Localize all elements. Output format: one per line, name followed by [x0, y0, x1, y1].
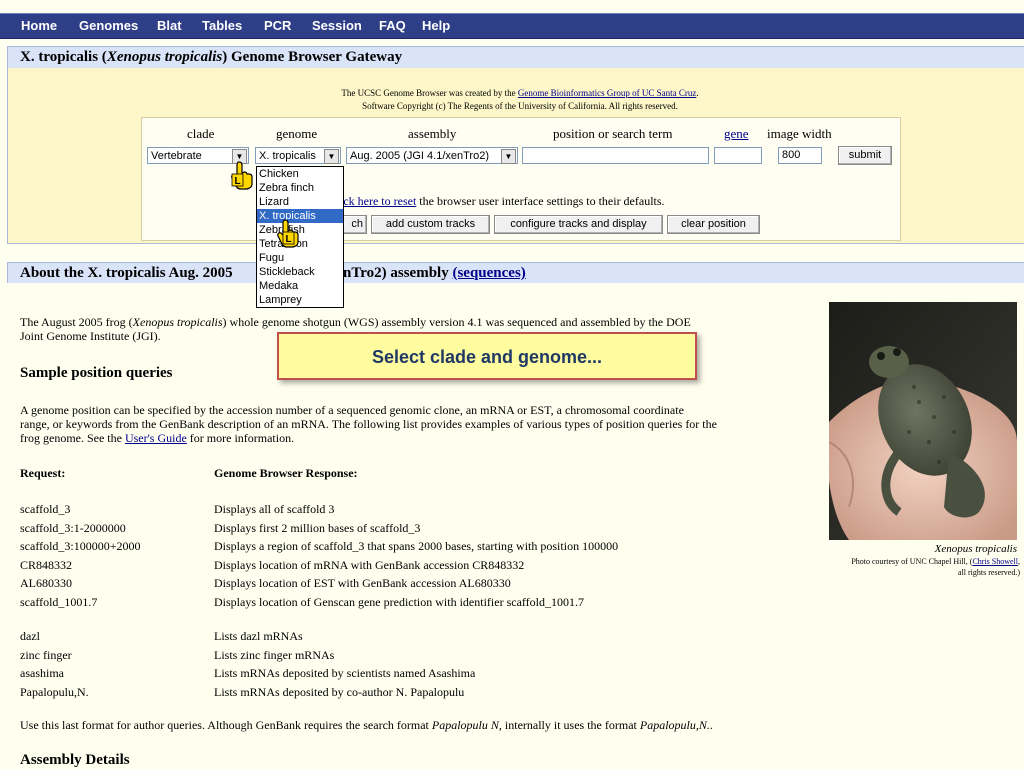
- configure-tracks-button[interactable]: configure tracks and display: [494, 215, 663, 234]
- genome-option[interactable]: Medaka: [257, 279, 343, 293]
- chris-showell-link[interactable]: Chris Showell: [972, 557, 1018, 566]
- about-title: About the X. tropicalis Aug. 2005: [20, 265, 233, 281]
- query-response: Displays first 2 million bases of scaffo…: [214, 520, 421, 535]
- query-request: CR848332: [20, 557, 73, 572]
- query-request: asashima: [20, 666, 64, 680]
- users-guide-link[interactable]: User's Guide: [125, 431, 187, 445]
- image-width-input[interactable]: 800: [778, 147, 822, 164]
- query-response: Lists zinc finger mRNAs: [214, 647, 335, 662]
- query-response: Lists dazl mRNAs: [214, 629, 303, 643]
- hand-cursor-icon: L: [277, 219, 299, 248]
- about-title-rest: nTro2) assembly (sequences): [343, 265, 526, 281]
- image-width-label: image width: [767, 126, 832, 141]
- chevron-down-icon: ▼: [324, 149, 339, 164]
- query-request: AL680330: [20, 576, 72, 590]
- query-request: Papalopulu,N.: [20, 684, 89, 699]
- nav-faq[interactable]: FAQ: [379, 18, 406, 33]
- query-response: Lists mRNAs deposited by co-author N. Pa…: [214, 684, 465, 699]
- reset-link[interactable]: ick here to reset: [340, 194, 416, 208]
- author-note: Use this last format for author queries.…: [20, 718, 713, 732]
- assembly-select[interactable]: Aug. 2005 (JGI 4.1/xenTro2) ▼: [346, 147, 518, 164]
- nav-pcr[interactable]: PCR: [264, 18, 291, 33]
- query-response: Displays location of EST with GenBank ac…: [214, 576, 511, 590]
- assembly-label: assembly: [408, 126, 457, 141]
- position-input[interactable]: [522, 147, 709, 164]
- gene-link[interactable]: gene: [724, 126, 749, 142]
- cursor-badge: L: [285, 234, 291, 245]
- nav-home[interactable]: Home: [21, 18, 57, 33]
- query-request: scaffold_1001.7: [20, 594, 98, 609]
- frog-photo: [829, 302, 1017, 540]
- sequences-link[interactable]: (sequences): [452, 265, 525, 281]
- genome-option[interactable]: Fugu: [257, 251, 343, 265]
- query-response: Displays location of Genscan gene predic…: [214, 594, 585, 609]
- hand-cursor-icon: L: [231, 161, 253, 190]
- nav-blat[interactable]: Blat: [157, 18, 182, 33]
- cursor-badge: L: [234, 176, 240, 187]
- gateway-title: X. tropicalis (Xenopus tropicalis) Genom…: [20, 49, 403, 65]
- reset-text: ick here to reset the browser user inter…: [340, 194, 665, 208]
- top-nav: Home Genomes Blat Tables PCR Session FAQ…: [0, 13, 1024, 39]
- chevron-down-icon: ▼: [501, 149, 516, 164]
- assembly-details-heading: Assembly Details: [20, 752, 130, 768]
- genome-bioinformatics-link[interactable]: Genome Bioinformatics Group of UC Santa …: [518, 88, 696, 98]
- clear-position-button[interactable]: clear position: [667, 215, 760, 234]
- genome-select[interactable]: X. tropicalis ▼: [255, 147, 341, 164]
- query-request: zinc finger: [20, 647, 72, 662]
- position-label: position or search term: [553, 126, 673, 141]
- clade-label: clade: [187, 126, 215, 141]
- genome-option[interactable]: Lizard: [257, 195, 343, 209]
- nav-help[interactable]: Help: [422, 18, 450, 33]
- query-response: Lists mRNAs deposited by scientists name…: [214, 666, 476, 680]
- query-request: scaffold_3:100000+2000: [20, 539, 141, 553]
- photo-caption: Xenopus tropicalis: [934, 543, 1017, 555]
- genome-option[interactable]: Stickleback: [257, 265, 343, 279]
- sample-queries-paragraph: A genome position can be specified by th…: [20, 403, 717, 445]
- query-response: Displays location of mRNA with GenBank a…: [214, 557, 525, 572]
- sample-queries-heading: Sample position queries: [20, 365, 173, 381]
- nav-tables[interactable]: Tables: [202, 18, 242, 33]
- nav-session[interactable]: Session: [312, 18, 362, 33]
- request-column-header: Request:: [20, 466, 66, 480]
- query-request: scaffold_3:1-2000000: [20, 520, 126, 535]
- query-request: dazl: [20, 629, 40, 643]
- genome-label: genome: [276, 126, 318, 141]
- gene-input[interactable]: [714, 147, 762, 164]
- query-response: Displays all of scaffold 3: [214, 502, 335, 516]
- credit-line-2: Software Copyright (c) The Regents of th…: [362, 101, 678, 111]
- query-response: Displays a region of scaffold_3 that spa…: [214, 539, 619, 553]
- genome-option[interactable]: Zebra finch: [257, 181, 343, 195]
- query-request: scaffold_3: [20, 502, 71, 516]
- nav-genomes[interactable]: Genomes: [79, 18, 138, 33]
- submit-button[interactable]: submit: [838, 146, 892, 165]
- photo-credit: Photo courtesy of UNC Chapel Hill, (Chri…: [851, 557, 1020, 577]
- genome-option[interactable]: Chicken: [257, 167, 343, 181]
- credit-line-1: The UCSC Genome Browser was created by t…: [341, 88, 699, 98]
- response-column-header: Genome Browser Response:: [214, 466, 358, 480]
- gateway-header: X. tropicalis (Xenopus tropicalis) Genom…: [7, 46, 1024, 70]
- genome-option[interactable]: Lamprey: [257, 293, 343, 307]
- add-custom-tracks-button[interactable]: add custom tracks: [371, 215, 490, 234]
- instruction-callout: Select clade and genome...: [277, 332, 697, 380]
